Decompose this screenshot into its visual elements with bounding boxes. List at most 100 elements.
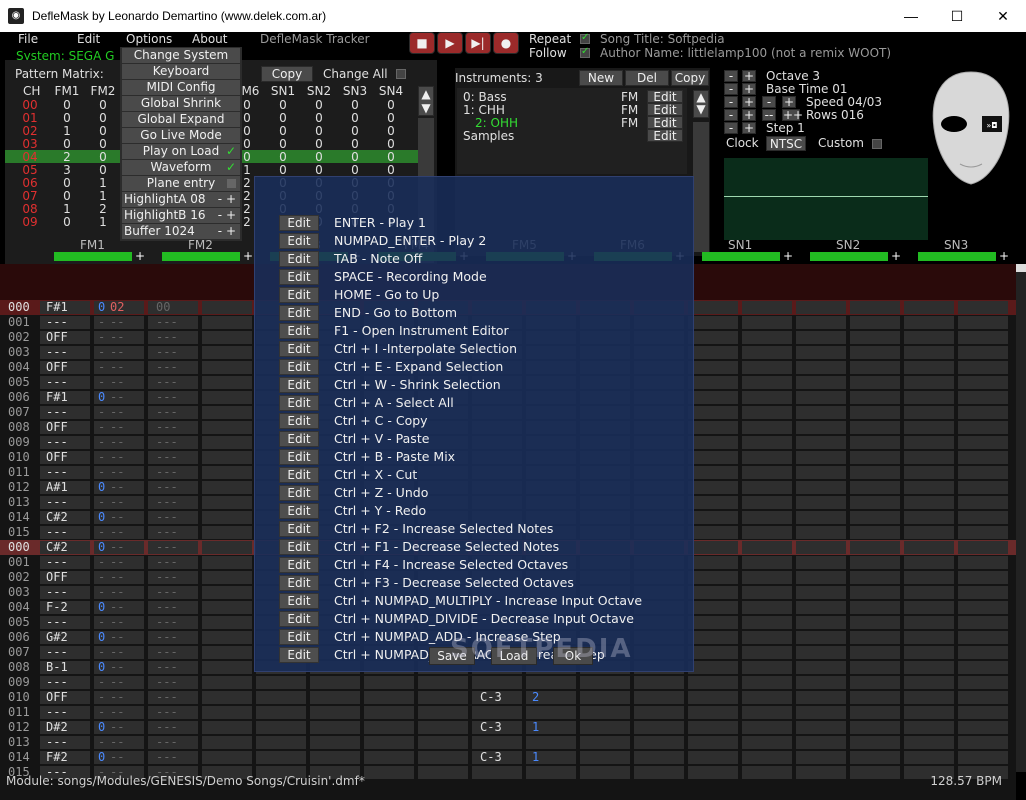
channel-cell[interactable] bbox=[904, 601, 954, 614]
channel-cell[interactable] bbox=[796, 331, 846, 344]
menu-about[interactable]: About bbox=[192, 32, 227, 46]
channel-add-button[interactable]: + bbox=[999, 249, 1009, 263]
channel-mute-bar[interactable] bbox=[918, 252, 996, 261]
menu-options[interactable]: Options bbox=[126, 32, 172, 46]
channel-cell-fx[interactable] bbox=[742, 721, 792, 734]
channel-cell-fx[interactable] bbox=[310, 721, 360, 734]
channel-cell-fx[interactable] bbox=[310, 691, 360, 704]
keybinding-edit-button[interactable]: Edit bbox=[279, 251, 319, 267]
channel-cell[interactable] bbox=[580, 676, 630, 689]
matrix-cell[interactable]: 0 bbox=[265, 124, 301, 138]
matrix-cell[interactable]: 1 bbox=[85, 215, 121, 229]
octave-minus[interactable]: - bbox=[724, 70, 738, 82]
table-row[interactable]: 013 --- - -- --- bbox=[0, 735, 1016, 750]
channel-cell[interactable] bbox=[904, 481, 954, 494]
minimize-button[interactable]: — bbox=[888, 0, 934, 32]
channel-cell-fx[interactable] bbox=[958, 571, 1008, 584]
pattern-scrollbar[interactable] bbox=[1016, 264, 1026, 772]
matrix-cell[interactable]: 0 bbox=[337, 150, 373, 164]
menu-item-buffer-1024[interactable]: Buffer 1024 - + bbox=[122, 224, 240, 239]
channel-cell-fx[interactable] bbox=[202, 661, 252, 674]
instrument-name[interactable]: 2: OHH bbox=[463, 116, 518, 130]
keybinding-edit-button[interactable]: Edit bbox=[279, 377, 319, 393]
matrix-cell[interactable]: 0 bbox=[49, 137, 85, 151]
channel-cell[interactable] bbox=[472, 676, 522, 689]
channel-cell-fx[interactable] bbox=[742, 586, 792, 599]
channel-cell-fx[interactable] bbox=[742, 676, 792, 689]
channel-cell-fx[interactable] bbox=[742, 646, 792, 659]
channel-cell[interactable] bbox=[796, 646, 846, 659]
channel-cell[interactable] bbox=[904, 466, 954, 479]
menu-item-keyboard[interactable]: Keyboard bbox=[122, 64, 240, 79]
menu-item-global-shrink[interactable]: Global Shrink bbox=[122, 96, 240, 111]
speed-plus-2[interactable]: + bbox=[782, 96, 796, 108]
channel-cell-fx[interactable] bbox=[742, 481, 792, 494]
channel-cell[interactable] bbox=[796, 586, 846, 599]
channel-cell-fx[interactable] bbox=[202, 646, 252, 659]
channel-cell[interactable] bbox=[904, 721, 954, 734]
table-row[interactable]: 014 F#2 0 -- --- C-3 1 bbox=[0, 750, 1016, 765]
channel-cell-fx[interactable] bbox=[850, 406, 900, 419]
channel-cell[interactable] bbox=[688, 406, 738, 419]
channel-cell[interactable] bbox=[904, 511, 954, 524]
channel-cell[interactable] bbox=[904, 316, 954, 329]
channel-cell[interactable] bbox=[796, 541, 846, 554]
channel-cell[interactable] bbox=[580, 751, 630, 764]
keybinding-edit-button[interactable]: Edit bbox=[279, 269, 319, 285]
channel-cell-fx[interactable] bbox=[742, 496, 792, 509]
matrix-cell[interactable]: 0 bbox=[373, 137, 409, 151]
channel-cell-fx[interactable] bbox=[202, 406, 252, 419]
channel-cell-fx[interactable] bbox=[742, 346, 792, 359]
channel-cell[interactable] bbox=[688, 376, 738, 389]
channel-cell-fx[interactable] bbox=[310, 706, 360, 719]
matrix-cell[interactable]: 0 bbox=[373, 163, 409, 177]
change-all-checkbox[interactable] bbox=[396, 69, 406, 79]
keybinding-edit-button[interactable]: Edit bbox=[279, 611, 319, 627]
channel-cell[interactable] bbox=[904, 571, 954, 584]
channel-cell-fx[interactable] bbox=[850, 301, 900, 314]
matrix-cell[interactable]: 0 bbox=[49, 98, 85, 112]
channel-cell-fx[interactable] bbox=[958, 496, 1008, 509]
channel-cell-fx[interactable] bbox=[202, 526, 252, 539]
channel-cell-fx[interactable] bbox=[418, 691, 468, 704]
matrix-copy-button[interactable]: Copy bbox=[261, 66, 313, 82]
channel-mute-bar[interactable] bbox=[810, 252, 888, 261]
repeat-checkbox[interactable]: ✓ bbox=[580, 32, 590, 44]
matrix-cell[interactable]: 0 bbox=[265, 150, 301, 164]
channel-cell-fx[interactable] bbox=[850, 346, 900, 359]
channel-cell-fx[interactable] bbox=[202, 331, 252, 344]
channel-cell[interactable] bbox=[364, 706, 414, 719]
matrix-cell[interactable]: 0 bbox=[373, 124, 409, 138]
keybinding-edit-button[interactable]: Edit bbox=[279, 647, 319, 663]
matrix-cell[interactable]: 1 bbox=[85, 189, 121, 203]
channel-cell[interactable] bbox=[688, 466, 738, 479]
channel-cell-fx[interactable] bbox=[850, 736, 900, 749]
channel-cell[interactable] bbox=[688, 511, 738, 524]
channel-cell-fx[interactable] bbox=[958, 481, 1008, 494]
channel-cell-fx[interactable] bbox=[850, 361, 900, 374]
matrix-cell[interactable]: 0 bbox=[373, 98, 409, 112]
channel-cell-fx[interactable] bbox=[958, 301, 1008, 314]
matrix-cell[interactable]: 0 bbox=[301, 150, 337, 164]
channel-cell-fx[interactable] bbox=[742, 421, 792, 434]
step-minus[interactable]: - bbox=[724, 122, 738, 134]
channel-cell-fx[interactable] bbox=[850, 721, 900, 734]
keybinding-edit-button[interactable]: Edit bbox=[279, 629, 319, 645]
keybinding-edit-button[interactable]: Edit bbox=[279, 323, 319, 339]
channel-mute-bar[interactable] bbox=[702, 252, 780, 261]
menu-edit[interactable]: Edit bbox=[77, 32, 100, 46]
channel-cell-fx[interactable] bbox=[850, 451, 900, 464]
channel-cell-fx[interactable] bbox=[958, 406, 1008, 419]
channel-cell-fx[interactable] bbox=[850, 331, 900, 344]
channel-cell[interactable] bbox=[796, 691, 846, 704]
channel-cell[interactable] bbox=[796, 481, 846, 494]
keybinding-edit-button[interactable]: Edit bbox=[279, 215, 319, 231]
matrix-cell[interactable]: 0 bbox=[49, 215, 85, 229]
channel-cell-fx[interactable] bbox=[850, 646, 900, 659]
ntsc-toggle[interactable]: NTSC bbox=[766, 136, 806, 151]
minus-plus-controls[interactable]: - + bbox=[218, 208, 236, 223]
channel-cell[interactable] bbox=[688, 496, 738, 509]
matrix-cell[interactable]: 2 bbox=[85, 202, 121, 216]
channel-cell[interactable] bbox=[472, 706, 522, 719]
channel-cell-fx[interactable] bbox=[742, 316, 792, 329]
